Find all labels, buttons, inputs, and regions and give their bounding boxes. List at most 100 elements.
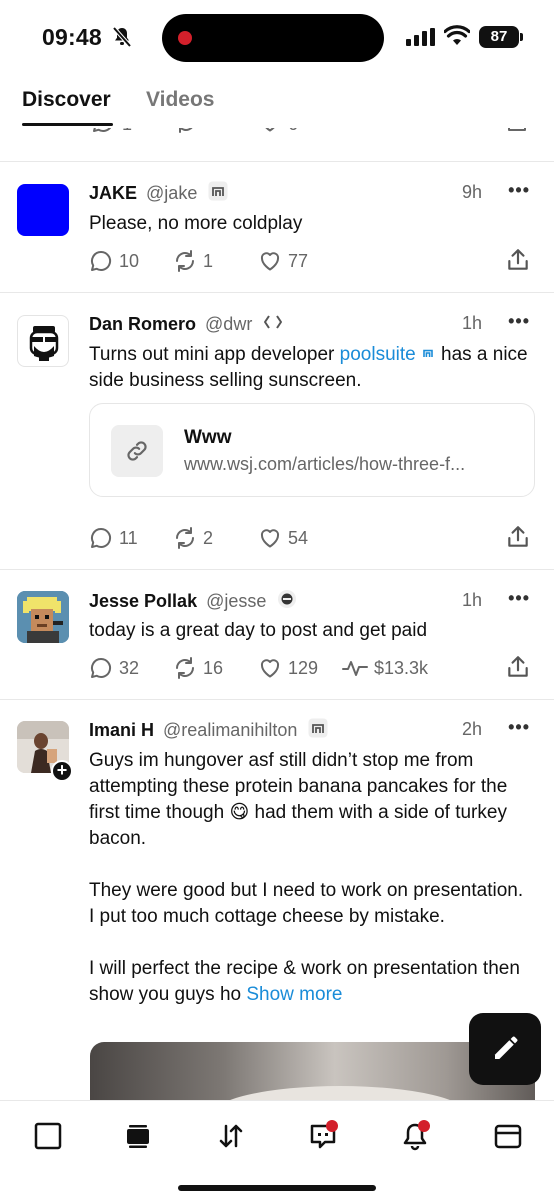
- token-badge-icon: [278, 590, 297, 608]
- cast-actions: 32 16 129 $13.3k: [89, 654, 531, 682]
- more-options-button[interactable]: •••: [508, 588, 530, 609]
- follow-plus-button[interactable]: +: [51, 760, 73, 782]
- recast-icon: [176, 657, 194, 679]
- signal-icon: [406, 28, 435, 46]
- diamond-badge-icon: [264, 315, 283, 329]
- tab-videos[interactable]: Videos: [146, 88, 214, 112]
- share-icon[interactable]: [505, 247, 531, 273]
- recast-icon: [176, 250, 194, 272]
- recast-button[interactable]: 16: [173, 654, 223, 682]
- cast-text[interactable]: today is a great day to post and get pai…: [89, 618, 529, 644]
- cast-text[interactable]: Guys im hungover asf still didn’t stop m…: [89, 748, 529, 1008]
- cast-paragraph: Guys im hungover asf still didn’t stop m…: [89, 748, 529, 852]
- cast-timestamp: 1h: [461, 590, 482, 610]
- share-icon[interactable]: [505, 654, 531, 680]
- status-time: 09:48: [42, 24, 102, 50]
- share-icon[interactable]: [505, 524, 531, 550]
- embed-url: www.wsj.com/articles/how-three-f...: [184, 454, 466, 474]
- pencil-icon: [495, 1036, 518, 1059]
- cast-text[interactable]: Please, no more coldplay: [89, 211, 529, 237]
- feed-icon[interactable]: [123, 1121, 153, 1151]
- cast-timestamp: 9h: [461, 182, 482, 202]
- compose-button[interactable]: [469, 1013, 541, 1085]
- cast-actions: 11 2 54: [89, 524, 531, 552]
- recast-button[interactable]: 2: [173, 524, 213, 552]
- cast-username[interactable]: @realimanihilton: [163, 720, 297, 740]
- like-count: 77: [288, 250, 309, 271]
- reply-count: 10: [119, 250, 140, 271]
- cast-username[interactable]: @jake: [146, 183, 197, 203]
- earnings-button[interactable]: $13.3k: [342, 654, 428, 682]
- link-embed-card[interactable]: Www www.wsj.com/articles/how-three-f...: [89, 403, 535, 497]
- cast-paragraph: I will perfect the recipe & work on pres…: [89, 956, 529, 1008]
- show-more-link[interactable]: Show more: [246, 984, 342, 1005]
- battery-level: 87: [479, 26, 519, 48]
- mention-link[interactable]: poolsuite: [340, 344, 416, 365]
- heart-icon: [260, 529, 280, 548]
- heart-icon: [260, 252, 280, 271]
- more-options-button[interactable]: •••: [508, 180, 530, 201]
- wallet-icon[interactable]: [493, 1121, 523, 1151]
- like-count: 129: [288, 657, 319, 678]
- bottom-navigation: [0, 1100, 554, 1200]
- more-options-button[interactable]: •••: [508, 717, 530, 738]
- swap-icon[interactable]: [216, 1121, 246, 1151]
- cast-text-part: Turns out mini app developer: [89, 344, 340, 365]
- like-button[interactable]: 54: [258, 524, 308, 552]
- avatar[interactable]: [17, 315, 69, 367]
- cast-timestamp: 2h: [461, 719, 482, 739]
- cast-username[interactable]: @dwr: [205, 314, 252, 334]
- avatar-illustration: [29, 326, 59, 361]
- reply-count: 32: [119, 657, 140, 678]
- pro-badge-icon: [208, 181, 228, 201]
- messages-notification-dot: [326, 1120, 338, 1132]
- home-icon[interactable]: [33, 1121, 63, 1151]
- reply-button[interactable]: 10: [89, 247, 139, 275]
- cast-username[interactable]: @jesse: [206, 591, 266, 611]
- wifi-icon: [444, 25, 470, 45]
- status-bar: 09:48 87: [0, 0, 554, 76]
- cast-item[interactable]: JAKE @jake 9h ••• Please, no more coldpl…: [0, 162, 554, 292]
- recast-button[interactable]: 1: [173, 247, 213, 275]
- reply-button[interactable]: 11: [89, 524, 138, 552]
- cast-text[interactable]: Turns out mini app developer poolsuite h…: [89, 342, 529, 394]
- tab-discover[interactable]: Discover: [22, 88, 111, 112]
- bell-off-icon: [112, 26, 132, 48]
- recast-icon: [176, 527, 194, 549]
- reply-button[interactable]: 32: [89, 654, 139, 682]
- recast-count: 1: [203, 250, 214, 271]
- like-button[interactable]: 129: [258, 654, 318, 682]
- pro-badge-icon: [308, 718, 328, 738]
- heart-icon: [260, 659, 280, 678]
- cast-author-name[interactable]: Imani H: [89, 720, 154, 740]
- cast-timestamp: 1h: [461, 313, 482, 333]
- like-button[interactable]: 77: [258, 247, 308, 275]
- more-options-button[interactable]: •••: [508, 311, 530, 332]
- avatar[interactable]: [17, 184, 69, 236]
- reply-icon: [91, 657, 112, 678]
- cast-author-name[interactable]: Jesse Pollak: [89, 591, 197, 611]
- dynamic-island: [162, 14, 384, 62]
- earnings-amount: $13.3k: [374, 657, 429, 678]
- cast-actions: 10 1 77: [89, 247, 531, 275]
- cast-author-name[interactable]: JAKE: [89, 183, 137, 203]
- cast-author-name[interactable]: Dan Romero: [89, 314, 196, 334]
- feed-tabs: Discover Videos: [0, 76, 554, 128]
- embed-title: Www: [184, 427, 232, 448]
- reply-count: 11: [119, 527, 138, 548]
- pulse-icon: [342, 661, 368, 676]
- recast-count: 2: [203, 527, 214, 548]
- notifications-dot: [418, 1120, 430, 1132]
- reply-icon: [91, 250, 112, 271]
- emoji: 😋: [229, 802, 250, 823]
- cast-item[interactable]: Dan Romero @dwr 1h ••• Turns out mini ap…: [0, 293, 554, 569]
- recording-indicator: [178, 31, 192, 45]
- battery-tip: [520, 33, 523, 41]
- link-icon: [111, 425, 163, 477]
- avatar[interactable]: [17, 591, 69, 643]
- reply-icon: [91, 527, 112, 548]
- cast-item[interactable]: Jesse Pollak @jesse 1h ••• today is a gr…: [0, 570, 554, 699]
- pro-badge-icon: [422, 349, 433, 357]
- home-indicator: [178, 1185, 376, 1191]
- recast-count: 16: [203, 657, 224, 678]
